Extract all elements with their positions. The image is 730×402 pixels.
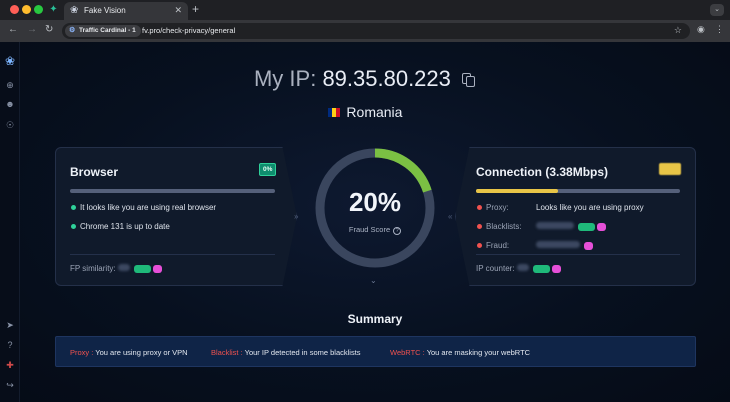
divider <box>476 254 680 255</box>
connection-score-badge <box>659 163 681 175</box>
profile-chip[interactable]: ⚙ Traffic Cardinal - 1 <box>65 25 141 37</box>
status-dot-ok <box>71 224 76 229</box>
new-tab-button[interactable]: + <box>192 2 199 16</box>
chevrons-right-icon: » <box>294 212 299 221</box>
tab-title: Fake Vision <box>84 6 126 15</box>
flag-romania-icon <box>327 108 340 117</box>
summary-item-webrtc: WebRTC : You are masking your webRTC <box>390 348 530 357</box>
browser-check-1: It looks like you are using real browser <box>80 203 217 212</box>
butterfly-icon: ❀ <box>70 5 79 16</box>
proxy-label: Proxy: <box>486 203 509 212</box>
status-dot-bad <box>477 243 482 248</box>
fp-similarity-row: FP similarity: <box>70 264 163 273</box>
profile-chip-label: Traffic Cardinal - 1 <box>79 27 136 34</box>
summary-key: Proxy : <box>70 348 94 357</box>
forward-icon[interactable]: → <box>27 24 37 35</box>
redacted-tag <box>552 265 561 273</box>
connection-card-title: Connection (3.38Mbps) <box>476 165 608 179</box>
redacted-value <box>117 264 130 271</box>
blacklists-value <box>536 222 607 231</box>
summary-text: Your IP detected in some blacklists <box>244 348 361 357</box>
close-window-button[interactable] <box>10 5 19 14</box>
my-ip-label: My IP: <box>253 66 317 91</box>
maximize-window-button[interactable] <box>34 5 43 14</box>
status-dot-ok <box>71 205 76 210</box>
connection-progress-fill <box>476 189 558 193</box>
country-name: Romania <box>346 104 403 120</box>
browser-score-badge: 0% <box>259 163 277 176</box>
redacted-value <box>536 241 580 248</box>
my-ip-heading: My IP: 89.35.80.223 <box>0 66 730 92</box>
redacted-tag <box>584 242 594 250</box>
browser-card-title: Browser <box>70 165 119 179</box>
connection-progress-bar <box>476 189 680 193</box>
summary-text: You are using proxy or VPN <box>95 348 188 357</box>
summary-item-proxy: Proxy : You are using proxy or VPN <box>70 348 188 357</box>
connection-title-text: Connection <box>476 165 542 179</box>
profile-chip-icon: ⚙ <box>69 27 76 34</box>
redacted-value <box>536 222 574 229</box>
my-ip-value: 89.35.80.223 <box>322 66 451 91</box>
ip-counter-row: IP counter: <box>476 264 561 273</box>
exit-icon[interactable]: ↪ <box>0 380 20 391</box>
divider <box>70 254 275 255</box>
fraud-score-label: Fraud Score? <box>312 225 438 235</box>
summary-title: Summary <box>347 312 403 326</box>
chevrons-left-icon: « <box>448 212 453 221</box>
page-content: ❀ ⊕ ☻ ☉ ➤ ? ✚ ↪ My IP: 89.35.80.223 Roma… <box>0 42 730 402</box>
proxy-value: Looks like you are using proxy <box>536 203 644 212</box>
redacted-tag <box>134 265 152 273</box>
tab-fake-vision[interactable]: ❀ Fake Vision ✕ <box>64 2 188 20</box>
copy-icon[interactable] <box>462 73 476 87</box>
url-text[interactable]: fv.pro/check-privacy/general <box>142 26 235 35</box>
status-dot-bad <box>477 224 482 229</box>
fraud-score-label-text: Fraud Score <box>348 225 391 234</box>
menu-icon[interactable]: ⋮ <box>715 24 724 35</box>
ip-counter-label: IP counter: <box>476 264 515 273</box>
flag-uk-icon[interactable]: ✚ <box>0 360 20 371</box>
country: Romania <box>0 104 730 120</box>
profile-avatar-icon[interactable]: ◉ <box>697 24 705 35</box>
help-icon[interactable]: ? <box>393 227 402 235</box>
extension-icon[interactable]: ✦ <box>48 4 59 15</box>
connection-card: Connection (3.38Mbps) Proxy: Looks like … <box>455 147 696 286</box>
redacted-tag <box>578 223 596 231</box>
close-tab-icon[interactable]: ✕ <box>174 5 182 16</box>
chevrons-down-icon[interactable]: ⌄ <box>370 276 377 285</box>
redacted-tag <box>597 223 607 231</box>
browser-toolbar: ← → ↻ ⚙ Traffic Cardinal - 1 fv.pro/chec… <box>0 20 730 42</box>
fraud-label: Fraud: <box>486 241 510 250</box>
summary-key: Blacklist : <box>211 348 243 357</box>
summary-key: WebRTC : <box>390 348 425 357</box>
browser-card: Browser 0% It looks like you are using r… <box>55 147 297 286</box>
reload-icon[interactable]: ↻ <box>45 24 53 35</box>
fraud-score-value: 20% <box>348 187 402 217</box>
connection-speed: (3.38Mbps) <box>545 165 609 179</box>
minimize-window-button[interactable] <box>22 5 31 14</box>
status-dot-bad <box>477 205 482 210</box>
tab-search-button[interactable]: ⌄ <box>710 4 724 16</box>
tab-bar: ✦ ❀ Fake Vision ✕ + ⌄ <box>0 0 730 20</box>
star-icon[interactable]: ☆ <box>674 25 682 36</box>
fingerprint-icon[interactable]: ☉ <box>0 120 20 131</box>
fp-similarity-label: FP similarity: <box>70 264 116 273</box>
summary-text: You are masking your webRTC <box>426 348 531 357</box>
help-icon[interactable]: ? <box>0 340 20 350</box>
redacted-value <box>516 264 529 271</box>
browser-progress-bar <box>70 189 275 193</box>
blacklists-label: Blacklists: <box>486 222 522 231</box>
browser-check-2: Chrome 131 is up to date <box>80 222 170 231</box>
address-bar[interactable]: ⚙ Traffic Cardinal - 1 fv.pro/check-priv… <box>62 23 690 39</box>
summary-item-blacklist: Blacklist : Your IP detected in some bla… <box>211 348 361 357</box>
back-icon[interactable]: ← <box>8 24 18 35</box>
summary-bar: Proxy : You are using proxy or VPN Black… <box>55 336 696 367</box>
left-sidebar: ❀ ⊕ ☻ ☉ ➤ ? ✚ ↪ <box>0 42 20 402</box>
fraud-value <box>536 241 594 250</box>
redacted-tag <box>533 265 551 273</box>
redacted-tag <box>153 265 163 273</box>
